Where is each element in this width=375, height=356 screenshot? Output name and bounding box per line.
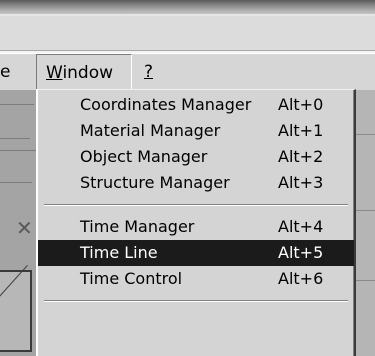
title-bar (0, 0, 375, 16)
menu-item-label: Structure Manager (80, 173, 230, 192)
menu-item-label: Object Manager (80, 147, 208, 166)
grid-line (0, 182, 32, 183)
menu-window-label: indow (62, 63, 114, 83)
menu-item-shortcut: Alt+0 (278, 95, 324, 114)
menu-item-label: Time Line (80, 243, 158, 262)
menu-item-coordinates-manager[interactable]: Coordinates Manager Alt+0 (40, 92, 354, 118)
menu-help-label: ? (144, 62, 154, 82)
axis-x-icon: ✕ (16, 216, 33, 240)
window-menu-dropdown: Coordinates Manager Alt+0 Material Manager… (36, 89, 356, 356)
menu-item-time-manager[interactable]: Time Manager Alt+4 (40, 214, 354, 240)
menu-item-label: Material Manager (80, 121, 221, 140)
menu-partial-label: e (0, 62, 11, 82)
menu-item-label: Time Manager (80, 217, 195, 236)
menu-item-shortcut: Alt+1 (278, 121, 324, 140)
menu-item-time-control[interactable]: Time Control Alt+6 (40, 266, 354, 292)
menu-item-shortcut: Alt+4 (278, 217, 324, 236)
grid-line (0, 138, 30, 139)
app-window: e Window ? ✕ Coordinates Manager Alt+0 Mat… (0, 0, 375, 356)
menu-item-label: Time Control (80, 269, 183, 288)
menu-item-material-manager[interactable]: Material Manager Alt+1 (40, 118, 354, 144)
grid-line (356, 210, 375, 211)
menu-help[interactable]: ? (138, 54, 159, 90)
menu-item-shortcut: Alt+6 (278, 269, 324, 288)
menu-group-managers: Coordinates Manager Alt+0 Material Manager… (40, 92, 354, 196)
grid-line (0, 150, 36, 151)
menu-item-time-line[interactable]: Time Line Alt+5 (38, 240, 354, 266)
menu-separator (40, 292, 354, 310)
menu-item-shortcut: Alt+5 (278, 243, 324, 262)
menu-bar: e Window ? (0, 53, 375, 91)
menu-window-accel: W (46, 63, 63, 83)
menu-window[interactable]: Window (36, 54, 132, 90)
menu-group-time: Time Manager Alt+4 Time Line Alt+5 Time Cont… (38, 214, 354, 292)
menu-separator (40, 196, 354, 214)
grid-line (0, 104, 34, 105)
viewport-panel (0, 270, 32, 352)
toolbar-area (0, 16, 375, 53)
grid-line (356, 134, 375, 135)
menu-item-object-manager[interactable]: Object Manager Alt+2 (40, 144, 354, 170)
menu-item-shortcut: Alt+2 (278, 147, 324, 166)
menu-item-structure-manager[interactable]: Structure Manager Alt+3 (40, 170, 354, 196)
menu-item-label: Coordinates Manager (80, 95, 252, 114)
menu-item-shortcut: Alt+3 (278, 173, 324, 192)
viewport-background-right (356, 90, 375, 356)
grid-line (356, 280, 375, 281)
menu-partial-item[interactable]: e (0, 54, 16, 90)
viewport-background-left: ✕ (0, 90, 38, 356)
